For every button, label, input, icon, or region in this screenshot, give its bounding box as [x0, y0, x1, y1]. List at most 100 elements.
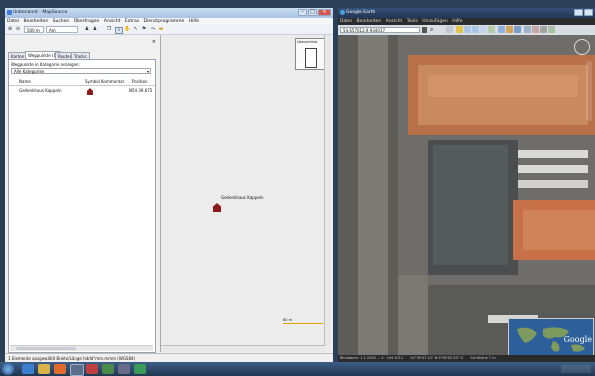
- category-label: Wegpunkte in Kategorie anzeigen:: [11, 62, 80, 67]
- tab-tracks[interactable]: Tracks: [71, 52, 90, 59]
- ge-toolbar: 54.657012,9.934017 ⌕: [338, 25, 595, 35]
- ge-title: Google Earth: [346, 10, 376, 15]
- mapsource-window: Unbenannt - MapSource – □ × Datei Bearbe…: [5, 8, 333, 362]
- email-icon[interactable]: [532, 26, 539, 33]
- ruler-icon[interactable]: [524, 26, 531, 33]
- close-panel-icon[interactable]: ×: [152, 39, 156, 45]
- sunlight-icon[interactable]: [506, 26, 513, 33]
- waypoint-map-label: Gedenkhaus Kappeln: [221, 195, 264, 200]
- record-tour-icon[interactable]: [488, 26, 495, 33]
- overlay-icon[interactable]: [480, 26, 487, 33]
- ge-menu-ansicht[interactable]: Ansicht: [386, 19, 403, 24]
- maximize-button[interactable]: □: [308, 9, 317, 16]
- horizontal-scrollbar[interactable]: [10, 345, 153, 351]
- col-kommentar[interactable]: Kommentar: [101, 78, 124, 85]
- menu-dienstprogramme[interactable]: Dienstprogramme: [144, 19, 185, 24]
- polygon-icon[interactable]: [464, 26, 471, 33]
- earth-taskbar-icon[interactable]: [102, 364, 114, 374]
- satellite-imagery: [338, 35, 595, 355]
- google-maps-icon[interactable]: [548, 26, 555, 33]
- ge-search-dropdown-icon[interactable]: [422, 27, 427, 33]
- find-icon[interactable]: ♟: [84, 27, 90, 32]
- zoom-in-icon[interactable]: ⊕: [7, 27, 13, 32]
- row-position: N54 39.675: [129, 88, 153, 93]
- menu-bearbeiten[interactable]: Bearbeiten: [23, 19, 48, 24]
- copy-icon[interactable]: ❐: [106, 27, 112, 32]
- sidebar-toggle-icon[interactable]: [446, 26, 453, 33]
- planets-icon[interactable]: [514, 26, 521, 33]
- app-taskbar-icon[interactable]: [118, 364, 130, 374]
- zoom-slider[interactable]: [586, 61, 592, 121]
- scale-bar: 80 m: [283, 318, 323, 326]
- pdf-icon[interactable]: [86, 364, 98, 374]
- close-button[interactable]: ×: [318, 9, 331, 16]
- map-detail-select[interactable]: Am höchsten ▾: [46, 26, 78, 40]
- scrollbar-thumb[interactable]: [16, 347, 76, 350]
- menu-ansicht[interactable]: Ansicht: [104, 19, 121, 24]
- col-symbol[interactable]: Symbol: [85, 78, 100, 85]
- ge-menu-hilfe[interactable]: Hilfe: [452, 19, 462, 24]
- ge-search-icon[interactable]: ⌕: [430, 26, 433, 34]
- measure-tool-icon[interactable]: ▬: [158, 27, 164, 32]
- ge-menu-hinzufuegen[interactable]: Hinzufügen: [422, 19, 448, 24]
- historical-imagery-icon[interactable]: [498, 26, 505, 33]
- menu-uebertragen[interactable]: Übertragen: [74, 19, 100, 24]
- overview-map[interactable]: Übersichtsk: [295, 38, 327, 70]
- ge-menu-datei[interactable]: Datei: [340, 19, 352, 24]
- menu-suchen[interactable]: Suchen: [53, 19, 70, 24]
- hand-tool-icon[interactable]: ✋: [124, 27, 130, 32]
- minimize-button[interactable]: –: [298, 9, 307, 16]
- map-view[interactable]: Übersichtsk Gedenkhaus Kappeln 80 m: [160, 35, 331, 352]
- menu-datei[interactable]: Datei: [7, 19, 19, 24]
- chevron-down-icon: ▾: [146, 69, 149, 74]
- start-button[interactable]: [2, 363, 14, 375]
- ge-coordinates: 54°39'47.10" N 9°56'02.55" O: [410, 356, 464, 360]
- zoom-select[interactable]: 500 m ▾: [24, 26, 44, 40]
- waypoint-tool-icon[interactable]: ⚑: [141, 27, 147, 32]
- list-header: Name Symbol Kommentar Position: [9, 78, 155, 86]
- mapsource-menubar: Datei Bearbeiten Suchen Übertragen Ansic…: [5, 18, 333, 25]
- mapsource-title: Unbenannt - MapSource: [13, 10, 68, 15]
- system-tray[interactable]: [561, 365, 591, 373]
- print-icon[interactable]: [540, 26, 547, 33]
- compass-icon[interactable]: [574, 39, 590, 55]
- route-tool-icon[interactable]: ⤳: [150, 27, 156, 32]
- select-arrow-icon[interactable]: ↖: [133, 27, 139, 32]
- overview-label: Übersichtsk: [297, 40, 318, 44]
- mapsource-titlebar[interactable]: Unbenannt - MapSource – □ ×: [5, 8, 333, 18]
- mapsource-taskbar-icon[interactable]: [70, 364, 84, 376]
- ge-imagery-date: Bilddatum: 1.1.2000 ... 4 · Okt 2011: [340, 356, 404, 360]
- map-v-scrollbar[interactable]: [324, 35, 331, 346]
- find-next-icon[interactable]: ♟: [92, 27, 98, 32]
- zoom-out-icon[interactable]: ⊖: [15, 27, 21, 32]
- ge-menu-bearbeiten[interactable]: Bearbeiten: [356, 19, 381, 24]
- ge-minimize-button[interactable]: –: [574, 9, 583, 16]
- ge-titlebar[interactable]: Google Earth – □: [338, 8, 595, 18]
- ge-window-controls: – □: [573, 9, 593, 16]
- earth-3d-view[interactable]: Google: [338, 35, 595, 355]
- ge-search-value: 54.657012,9.934017: [343, 28, 385, 33]
- ge-search-input[interactable]: 54.657012,9.934017: [340, 27, 420, 33]
- app2-taskbar-icon[interactable]: [134, 364, 146, 374]
- row-name: Gedenkhaus Kappeln: [19, 88, 62, 93]
- mapsource-window-controls: – □ ×: [297, 9, 331, 16]
- placemark-icon[interactable]: [456, 26, 463, 33]
- mapsource-toolbar: ⊕ ⊖ 500 m ▾ Am höchsten ▾ ♟ ♟ ❐ ⌕ ✋ ↖ ⚑ …: [5, 25, 333, 40]
- zoom-tool-icon[interactable]: ⌕: [115, 27, 123, 34]
- menu-hilfe[interactable]: Hilfe: [189, 19, 199, 24]
- category-select[interactable]: Alle Kategorien ▾: [11, 68, 151, 74]
- status-bar: 1 Elemente ausgewählt Breite/Länge hddd°…: [5, 353, 333, 362]
- ie-icon[interactable]: [22, 364, 34, 374]
- ge-menu-tools[interactable]: Tools: [407, 19, 418, 24]
- waypoint-marker[interactable]: [213, 203, 221, 214]
- col-name[interactable]: Name: [19, 78, 31, 85]
- ge-maximize-button[interactable]: □: [584, 9, 593, 16]
- explorer-icon[interactable]: [38, 364, 50, 374]
- col-position[interactable]: Position: [132, 78, 148, 85]
- path-icon[interactable]: [472, 26, 479, 33]
- menu-extras[interactable]: Extras: [125, 19, 139, 24]
- map-h-scrollbar[interactable]: [161, 345, 324, 352]
- waypoint-panel: Wegpunkte in Kategorie anzeigen: Alle Ka…: [8, 59, 156, 353]
- table-row[interactable]: Gedenkhaus Kappeln N54 39.675: [9, 87, 155, 95]
- media-player-icon[interactable]: [54, 364, 66, 374]
